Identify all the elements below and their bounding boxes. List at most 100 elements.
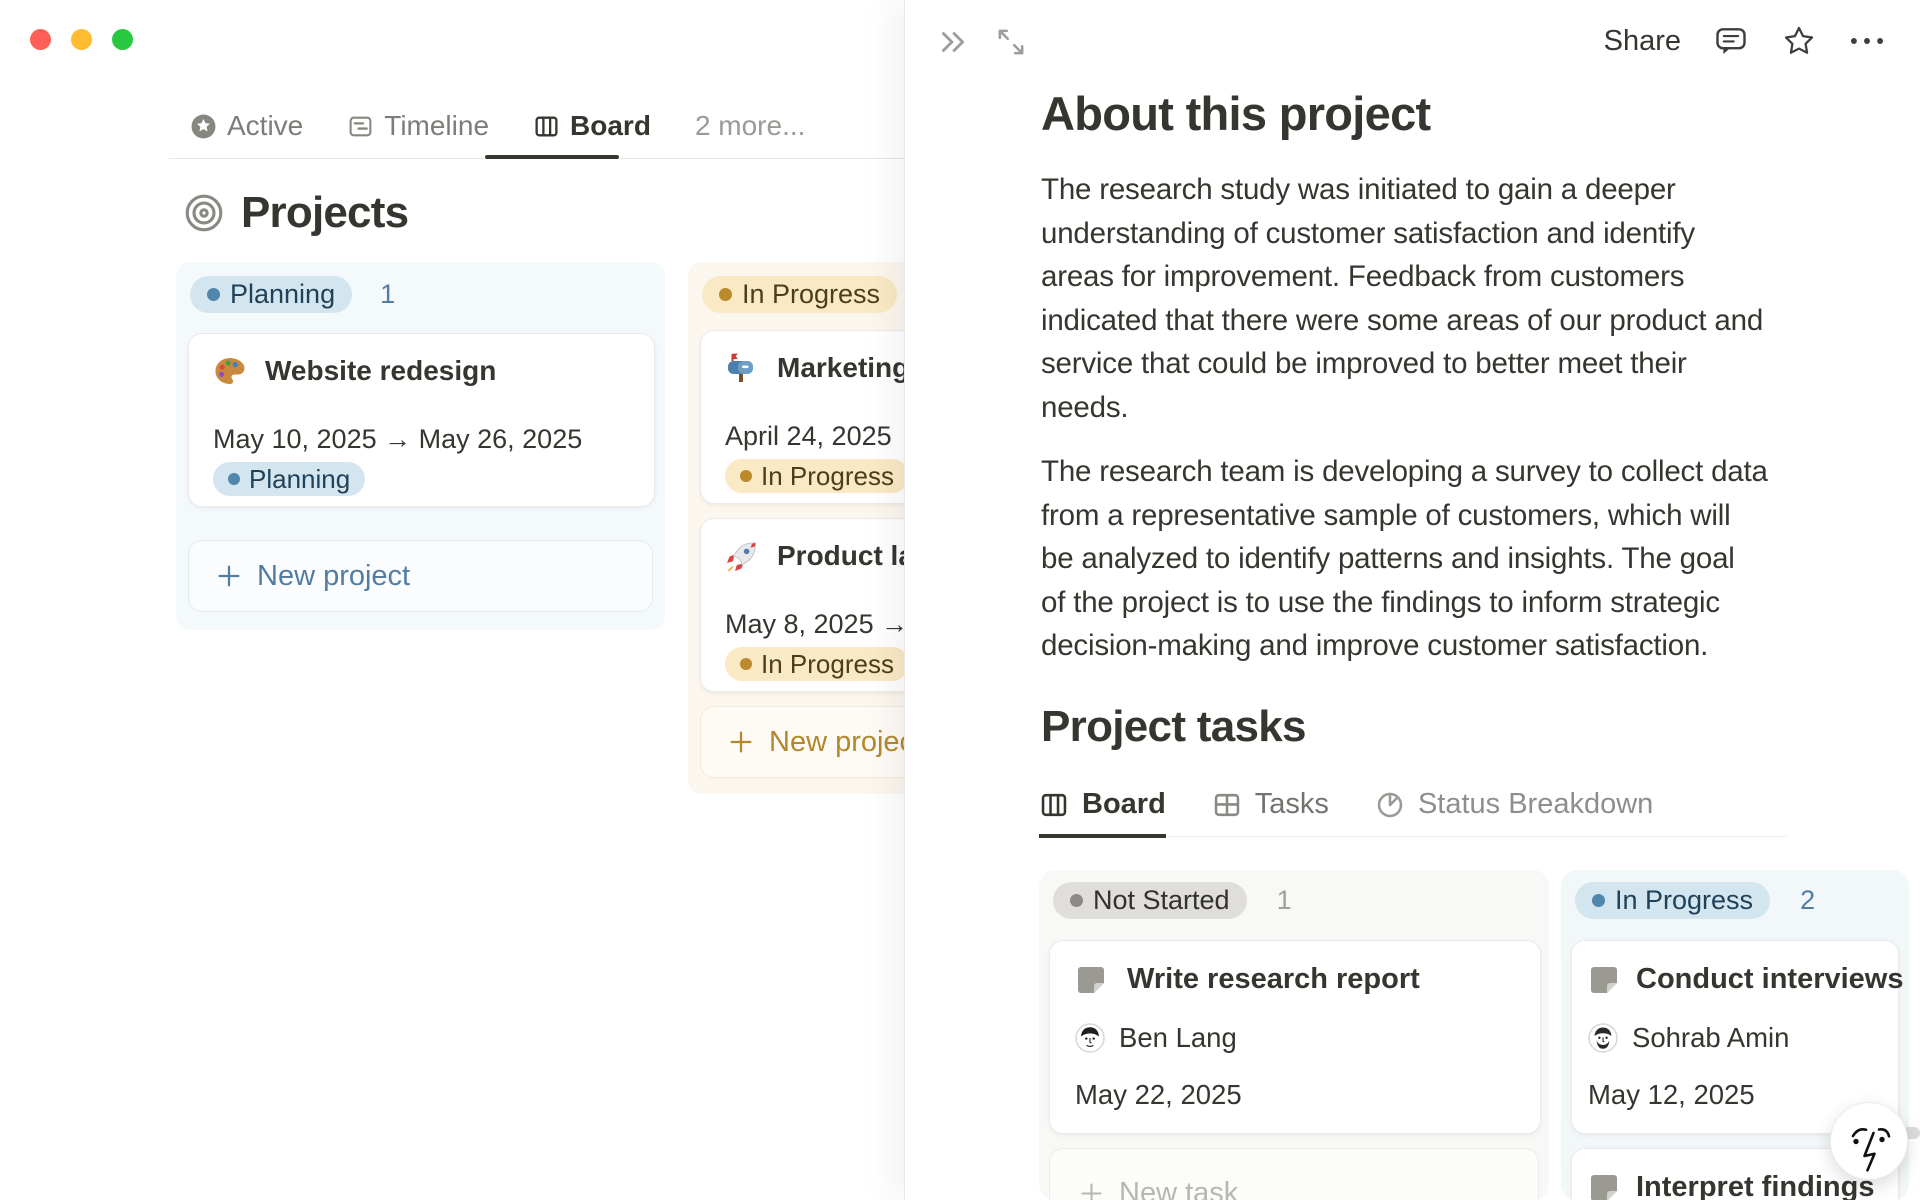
status-pill-in-progress[interactable]: In Progress bbox=[702, 276, 898, 313]
status-dot bbox=[1070, 894, 1083, 907]
tag-label: In Progress bbox=[761, 460, 894, 491]
target-icon bbox=[183, 192, 225, 234]
tab-board[interactable]: Board bbox=[1039, 788, 1166, 838]
tab-status-breakdown[interactable]: Status Breakdown bbox=[1375, 788, 1653, 838]
column-header: In Progress bbox=[702, 276, 898, 313]
tab-more[interactable]: 2 more... bbox=[695, 110, 805, 142]
column-count: 1 bbox=[1276, 885, 1292, 915]
peek-page-title: About this project bbox=[1041, 87, 1431, 140]
ai-face-icon bbox=[1831, 1103, 1907, 1179]
text-line: The research study was initiated to gain… bbox=[1041, 173, 1676, 206]
tab-label: Status Breakdown bbox=[1417, 788, 1654, 820]
task-card-write-research-report[interactable]: Write research report Ben Lang May 22, 2… bbox=[1049, 940, 1541, 1134]
status-dot bbox=[228, 473, 240, 485]
plus-icon bbox=[1078, 1180, 1105, 1200]
comment-icon[interactable] bbox=[1713, 23, 1749, 59]
close-window-button[interactable] bbox=[30, 29, 51, 50]
tab-timeline[interactable]: Timeline bbox=[347, 110, 489, 142]
plus-icon bbox=[215, 562, 243, 590]
text-line: understanding of customer satisfaction a… bbox=[1041, 216, 1695, 250]
new-task-button[interactable]: New task bbox=[1049, 1148, 1539, 1200]
status-label: In Progress bbox=[742, 279, 881, 309]
tab-label: Tasks bbox=[1254, 788, 1329, 820]
new-project-label: New project bbox=[257, 559, 411, 592]
tab-label: Active bbox=[227, 110, 304, 141]
text-line: areas for improvement. Feedback from cus… bbox=[1041, 260, 1685, 293]
timeline-icon bbox=[347, 113, 374, 140]
new-task-label: New task bbox=[1119, 1176, 1239, 1200]
tab-active[interactable]: Active bbox=[190, 110, 303, 142]
note-icon bbox=[1588, 964, 1620, 996]
page-title: Projects bbox=[241, 188, 409, 237]
text-line: The research team is developing a survey… bbox=[1041, 455, 1768, 488]
assignee-name: Ben Lang bbox=[1119, 1022, 1237, 1053]
card-date: May 12, 2025 bbox=[1588, 1079, 1755, 1110]
double-chevron-right-icon[interactable] bbox=[935, 24, 971, 60]
mailbox-icon bbox=[725, 351, 759, 385]
note-icon bbox=[1075, 964, 1107, 996]
text-line: decision-making and improve customer sat… bbox=[1041, 629, 1709, 662]
status-label: Not Started bbox=[1093, 885, 1230, 915]
share-button[interactable]: Share bbox=[1604, 25, 1681, 58]
board-icon bbox=[533, 113, 560, 140]
column-header: In Progress 2 bbox=[1575, 882, 1815, 919]
text-line: from a representative sample of customer… bbox=[1041, 498, 1731, 532]
app-window: Active Timeline Board 2 more... Projects bbox=[0, 0, 1920, 1200]
text-line: indicated that there were some areas of … bbox=[1041, 303, 1764, 337]
expand-icon[interactable] bbox=[993, 24, 1029, 60]
card-title: Write research report bbox=[1127, 963, 1420, 995]
column-count: 1 bbox=[380, 279, 396, 309]
board-column-planning: Planning 1 Website redesign May 10, 2025… bbox=[176, 262, 665, 630]
card-status-tag: In Progress bbox=[725, 459, 909, 493]
minimize-window-button[interactable] bbox=[71, 29, 92, 50]
status-dot bbox=[740, 470, 752, 482]
status-dot bbox=[1592, 894, 1605, 907]
avatar bbox=[1075, 1023, 1105, 1053]
page-head: Projects bbox=[183, 188, 409, 238]
status-pill-in-progress[interactable]: In Progress bbox=[1575, 882, 1771, 919]
table-icon bbox=[1212, 790, 1242, 820]
status-dot bbox=[207, 288, 220, 301]
card-status-tag: Planning bbox=[213, 462, 366, 496]
view-tabs: Active Timeline Board 2 more... bbox=[190, 104, 805, 148]
project-card-website-redesign[interactable]: Website redesign May 10, 2025 → May 26, … bbox=[188, 333, 655, 507]
more-icon[interactable] bbox=[1849, 23, 1885, 59]
status-label: Planning bbox=[230, 279, 336, 309]
tab-tasks[interactable]: Tasks bbox=[1212, 788, 1329, 838]
ai-assistant-button[interactable] bbox=[1830, 1102, 1908, 1180]
about-paragraph-2: The research team is developing a survey… bbox=[1041, 450, 1768, 668]
status-dot bbox=[740, 658, 752, 670]
tag-label: In Progress bbox=[761, 648, 894, 679]
tasks-view-tabs: Board Tasks Status Breakdown bbox=[1039, 788, 1787, 838]
tab-board[interactable]: Board bbox=[533, 110, 651, 142]
status-pill-not-started[interactable]: Not Started bbox=[1053, 882, 1247, 919]
about-paragraph-1: The research study was initiated to gain… bbox=[1041, 168, 1763, 429]
palette-icon bbox=[213, 354, 247, 388]
star-circle-icon bbox=[190, 113, 217, 140]
tab-label: Board bbox=[570, 110, 651, 141]
card-title: Website redesign bbox=[265, 355, 497, 386]
side-peek-panel: Share About this project The research st… bbox=[904, 0, 1920, 1200]
star-icon[interactable] bbox=[1781, 23, 1817, 59]
card-status-tag: In Progress bbox=[725, 647, 909, 681]
tag-label: Planning bbox=[249, 463, 351, 494]
status-pill-planning[interactable]: Planning bbox=[190, 276, 353, 313]
task-column-not-started: Not Started 1 Write research report Ben … bbox=[1039, 870, 1549, 1200]
note-icon bbox=[1588, 1172, 1620, 1200]
text-line: needs. bbox=[1041, 390, 1129, 424]
avatar bbox=[1588, 1023, 1618, 1053]
tasks-section-title: Project tasks bbox=[1041, 702, 1307, 751]
text-line: service that could be improved to better… bbox=[1041, 347, 1687, 380]
pie-chart-icon bbox=[1375, 790, 1405, 820]
status-dot bbox=[719, 288, 732, 301]
card-date: May 22, 2025 bbox=[1075, 1079, 1242, 1110]
column-header: Not Started 1 bbox=[1053, 882, 1292, 919]
column-header: Planning 1 bbox=[190, 276, 395, 313]
board-icon bbox=[1039, 790, 1069, 820]
text-line: be analyzed to identify patterns and ins… bbox=[1041, 542, 1735, 575]
text-line: of the project is to use the findings to… bbox=[1041, 585, 1720, 619]
new-project-label: New project bbox=[769, 725, 923, 758]
new-project-button[interactable]: New project bbox=[188, 540, 653, 612]
zoom-window-button[interactable] bbox=[112, 29, 133, 50]
rocket-icon bbox=[725, 539, 759, 573]
